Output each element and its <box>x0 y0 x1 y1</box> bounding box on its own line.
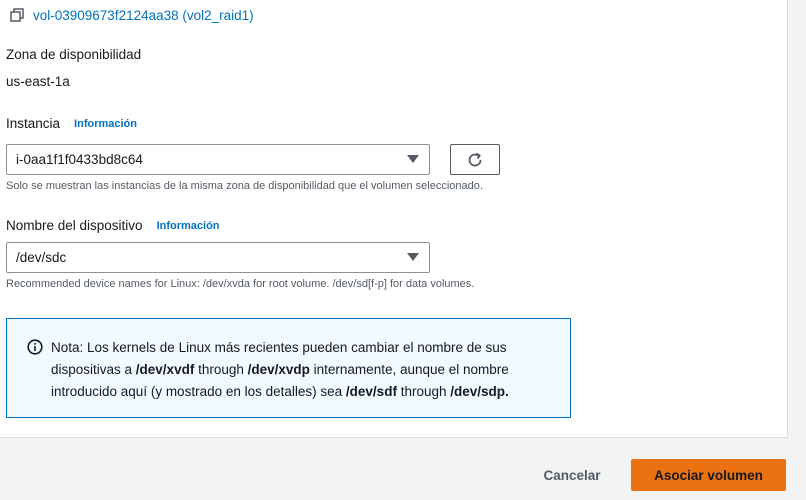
device-label-text: Nombre del dispositivo <box>6 218 143 233</box>
copy-icon[interactable] <box>10 8 24 22</box>
refresh-icon <box>468 152 482 166</box>
availability-zone-value: us-east-1a <box>6 74 70 89</box>
availability-zone-label: Zona de disponibilidad <box>6 47 142 62</box>
volume-link[interactable]: vol-03909673f2124aa38 (vol2_raid1) <box>10 6 254 24</box>
instance-label-text: Instancia <box>6 116 61 131</box>
caret-down-icon <box>407 253 419 261</box>
instance-select-value: i-0aa1f1f0433bd8c64 <box>16 152 143 167</box>
instance-info-link[interactable]: Información <box>74 118 137 130</box>
cancel-button[interactable]: Cancelar <box>524 459 620 491</box>
device-info-link[interactable]: Información <box>157 220 220 232</box>
refresh-instances-button[interactable] <box>450 144 500 175</box>
info-circle-icon <box>27 339 43 355</box>
device-select[interactable]: /dev/sdc <box>6 242 430 273</box>
attach-volume-panel: vol-03909673f2124aa38 (vol2_raid1) Zona … <box>0 0 788 438</box>
instance-select[interactable]: i-0aa1f1f0433bd8c64 <box>6 144 430 175</box>
device-hint: Recommended device names for Linux: /dev… <box>6 278 475 290</box>
volume-link-text[interactable]: vol-03909673f2124aa38 (vol2_raid1) <box>33 8 254 23</box>
info-alert: Nota: Los kernels de Linux más recientes… <box>6 318 571 418</box>
instance-hint: Solo se muestran las instancias de la mi… <box>6 180 483 192</box>
device-label: Nombre del dispositivo Información <box>6 218 220 233</box>
alert-text: Nota: Los kernels de Linux más recientes… <box>51 340 509 399</box>
device-select-value: /dev/sdc <box>16 250 67 265</box>
instance-label: Instancia Información <box>6 116 137 131</box>
attach-volume-button[interactable]: Asociar volumen <box>631 459 786 491</box>
caret-down-icon <box>407 155 419 163</box>
